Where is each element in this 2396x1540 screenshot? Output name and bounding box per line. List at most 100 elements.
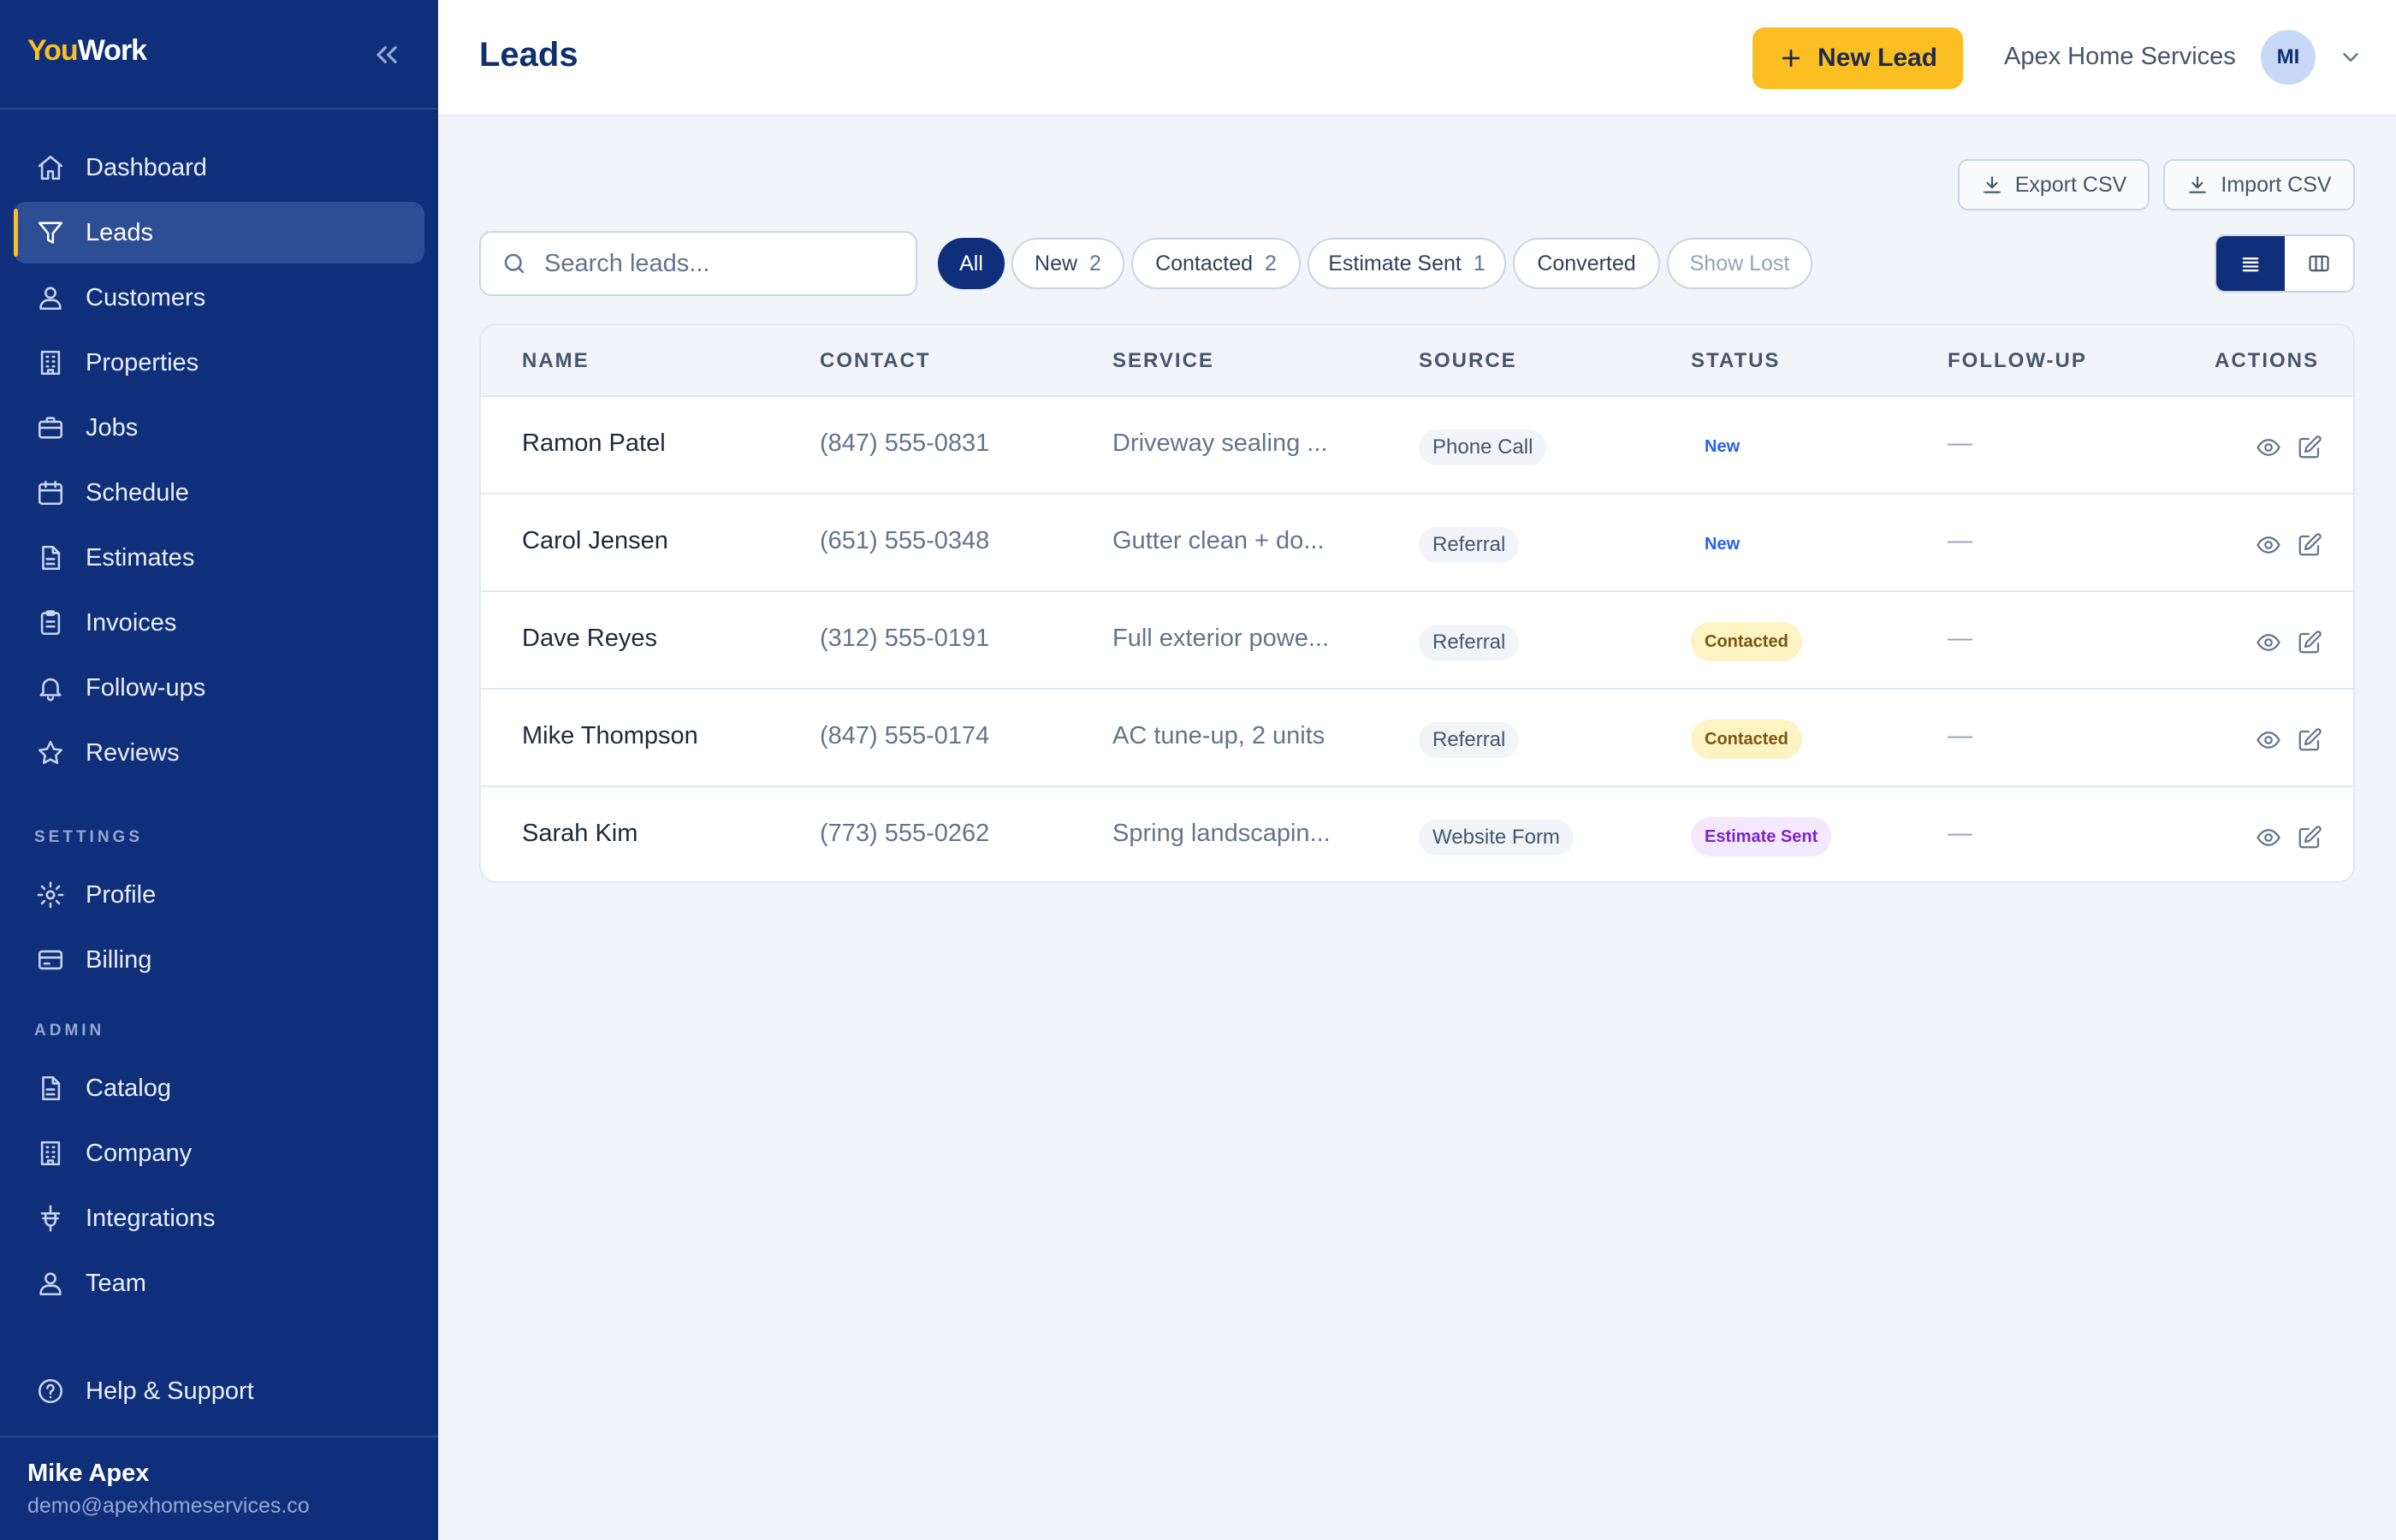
source-badge: Referral [1419, 625, 1520, 660]
plug-icon [34, 1202, 67, 1235]
sidebar-item-label: Properties [86, 348, 199, 376]
user-icon [34, 1267, 67, 1300]
download-icon [2189, 176, 2207, 193]
filter-chip-label: Converted [1537, 251, 1636, 275]
sidebar-item-label: Reviews [86, 738, 180, 767]
edit-icon[interactable] [2295, 433, 2324, 462]
sidebar-item-estimates[interactable]: Estimates [14, 527, 424, 589]
source-badge: Phone Call [1419, 429, 1547, 465]
column-header[interactable]: SOURCE [1419, 349, 1517, 373]
column-header[interactable]: SERVICE [1112, 349, 1214, 373]
column-header[interactable]: STATUS [1691, 349, 1780, 373]
sidebar-item-billing[interactable]: Billing [14, 929, 424, 991]
lead-follow-up: — [1948, 429, 1972, 457]
avatar[interactable]: MI [2261, 30, 2316, 85]
lead-service: Full exterior powe... [1112, 625, 1330, 652]
bell-icon [34, 672, 67, 704]
sidebar-item-team[interactable]: Team [14, 1253, 424, 1314]
export-csv-button[interactable]: Export CSV [1958, 159, 2150, 210]
lead-name[interactable]: Ramon Patel [522, 429, 666, 458]
sidebar-item-label: Estimates [86, 543, 195, 572]
sidebar-item-label: Integrations [86, 1204, 216, 1232]
filter-chip-all[interactable]: All [938, 238, 1005, 289]
leads-table: NAME CONTACT SERVICE SOURCE STATUS FOLLO… [479, 323, 2355, 883]
filter-chip-estimate-sent[interactable]: Estimate Sent 1 [1308, 238, 1506, 289]
edit-icon[interactable] [2295, 530, 2324, 560]
sidebar-item-label: Schedule [86, 478, 189, 506]
sidebar-item-profile[interactable]: Profile [14, 864, 424, 926]
lead-name[interactable]: Carol Jensen [522, 527, 668, 555]
status-badge: Contacted [1691, 720, 1802, 759]
sidebar-item-customers[interactable]: Customers [14, 267, 424, 329]
view-eye-icon[interactable] [2254, 823, 2283, 852]
lead-name[interactable]: Mike Thompson [522, 722, 698, 750]
filter-chip-label: Estimate Sent [1328, 251, 1462, 275]
sidebar-item-label: Invoices [86, 608, 177, 637]
edit-icon[interactable] [2295, 628, 2324, 657]
page-title: Leads [479, 36, 578, 74]
sidebar-item-properties[interactable]: Properties [14, 332, 424, 394]
lead-name[interactable]: Dave Reyes [522, 625, 657, 653]
status-badge: Contacted [1691, 622, 1802, 661]
sidebar-item-leads[interactable]: Leads [14, 202, 424, 264]
table-row[interactable]: Sarah Kim (773) 555-0262 Spring landscap… [481, 787, 2353, 881]
column-header[interactable]: NAME [522, 349, 590, 373]
user-icon [34, 281, 67, 314]
view-eye-icon[interactable] [2254, 726, 2283, 755]
column-header[interactable]: FOLLOW-UP [1948, 349, 2087, 373]
list-icon [2242, 258, 2259, 272]
download-icon [1983, 176, 2001, 193]
search-input[interactable] [544, 249, 904, 278]
settings-section-label: SETTINGS [34, 828, 144, 846]
lead-follow-up: — [1948, 625, 1972, 652]
view-eye-icon[interactable] [2254, 628, 2283, 657]
sidebar-item-company[interactable]: Company [14, 1122, 424, 1184]
user-name[interactable]: Mike Apex [27, 1460, 149, 1488]
plus-icon [1782, 49, 1800, 68]
document-icon [34, 1072, 67, 1105]
document-icon [34, 542, 67, 574]
gear-icon [34, 879, 67, 911]
filter-chip-label: New [1035, 251, 1078, 275]
sidebar-item-catalog[interactable]: Catalog [14, 1057, 424, 1119]
sidebar-item-reviews[interactable]: Reviews [14, 722, 424, 784]
view-eye-icon[interactable] [2254, 433, 2283, 462]
app-logo[interactable]: YouWork [27, 34, 147, 68]
board-view-button[interactable] [2285, 236, 2353, 291]
table-row[interactable]: Mike Thompson (847) 555-0174 AC tune-up,… [481, 690, 2353, 787]
home-icon [34, 151, 67, 184]
sidebar-item-jobs[interactable]: Jobs [14, 397, 424, 459]
sidebar-item-schedule[interactable]: Schedule [14, 462, 424, 524]
filter-chip-converted[interactable]: Converted [1513, 238, 1660, 289]
import-csv-button[interactable]: Import CSV [2163, 159, 2355, 210]
sidebar-item-invoices[interactable]: Invoices [14, 592, 424, 654]
edit-icon[interactable] [2295, 823, 2324, 852]
sidebar-item-help-support[interactable]: Help & Support [14, 1360, 424, 1422]
sidebar-item-label: Customers [86, 283, 206, 311]
filter-chip-count: 2 [1265, 251, 1277, 275]
filter-chip-contacted[interactable]: Contacted 2 [1131, 238, 1301, 289]
lead-service: Spring landscapin... [1112, 820, 1331, 847]
company-name[interactable]: Apex Home Services [2004, 43, 2236, 71]
column-header[interactable]: CONTACT [820, 349, 931, 373]
chevron-down-icon[interactable] [2338, 44, 2363, 74]
view-eye-icon[interactable] [2254, 530, 2283, 560]
sidebar-item-dashboard[interactable]: Dashboard [14, 137, 424, 198]
columns-icon [2309, 255, 2329, 272]
filter-chip-new[interactable]: New 2 [1011, 238, 1124, 289]
sidebar-item-integrations[interactable]: Integrations [14, 1188, 424, 1249]
collapse-sidebar-icon[interactable] [370, 38, 404, 72]
table-row[interactable]: Ramon Patel (847) 555-0831 Driveway seal… [481, 397, 2353, 495]
list-view-button[interactable] [2216, 236, 2285, 291]
new-lead-button[interactable]: New Lead [1753, 27, 1963, 89]
filter-chip-show-lost[interactable]: Show Lost [1667, 238, 1812, 289]
sidebar-item-follow-ups[interactable]: Follow-ups [14, 657, 424, 719]
table-row[interactable]: Dave Reyes (312) 555-0191 Full exterior … [481, 592, 2353, 690]
sidebar-item-label: Follow-ups [86, 673, 206, 702]
sidebar-divider [0, 1436, 438, 1437]
column-header: ACTIONS [2215, 349, 2319, 372]
table-row[interactable]: Carol Jensen (651) 555-0348 Gutter clean… [481, 495, 2353, 592]
edit-icon[interactable] [2295, 726, 2324, 755]
lead-name[interactable]: Sarah Kim [522, 820, 638, 848]
calendar-icon [34, 477, 67, 509]
